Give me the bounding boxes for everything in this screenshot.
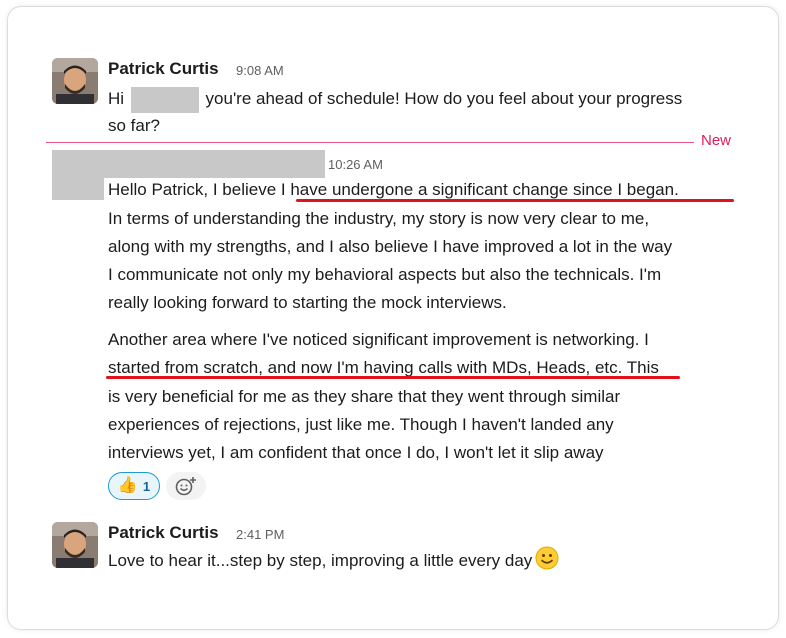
redacted-name xyxy=(130,86,199,113)
avatar[interactable] xyxy=(52,522,98,568)
sender-name[interactable]: Patrick Curtis xyxy=(108,59,219,79)
slightly-smiling-face-icon xyxy=(535,546,559,578)
avatar-image xyxy=(52,522,98,568)
add-reaction-button[interactable] xyxy=(166,472,206,500)
message-text: Love to hear it...step by step, improvin… xyxy=(108,546,559,578)
sender-name[interactable]: Patrick Curtis xyxy=(108,523,219,543)
message-line: is very beneficial for me as they share … xyxy=(108,387,621,406)
new-messages-label: New xyxy=(701,132,732,149)
message-text-part: Hi xyxy=(108,89,125,108)
highlight-underline xyxy=(106,376,680,379)
message-text: so far? xyxy=(108,116,160,135)
message-text-part: you're ahead of schedule! How do you fee… xyxy=(205,89,683,108)
message-line: I communicate not only my behavioral asp… xyxy=(108,265,662,284)
message-line: really looking forward to starting the m… xyxy=(108,293,507,312)
message-line: interviews yet, I am confident that once… xyxy=(108,443,604,462)
message-line: Another area where I've noticed signific… xyxy=(108,330,649,349)
new-messages-divider xyxy=(46,142,694,143)
reaction-thumbs-up[interactable]: 👍 1 xyxy=(108,472,160,500)
timestamp[interactable]: 2:41 PM xyxy=(236,527,284,542)
avatar[interactable] xyxy=(52,58,98,104)
highlight-underline xyxy=(296,199,734,202)
message-text: Hi you're ahead of schedule! How do you … xyxy=(108,85,682,113)
redacted-avatar xyxy=(52,150,104,200)
timestamp[interactable]: 10:26 AM xyxy=(328,157,383,172)
redacted-sender-name xyxy=(104,150,325,178)
reaction-count: 1 xyxy=(142,478,151,494)
timestamp[interactable]: 9:08 AM xyxy=(236,63,284,78)
add-emoji-icon xyxy=(175,477,196,496)
message-line: In terms of understanding the industry, … xyxy=(108,209,650,228)
avatar-image xyxy=(52,58,98,104)
message-line: experiences of rejections, just like me.… xyxy=(108,415,614,434)
message-text-part: Love to hear it...step by step, improvin… xyxy=(108,551,533,570)
thumbs-up-icon: 👍 xyxy=(117,477,138,494)
message-line: along with my strengths, and I also beli… xyxy=(108,237,673,256)
